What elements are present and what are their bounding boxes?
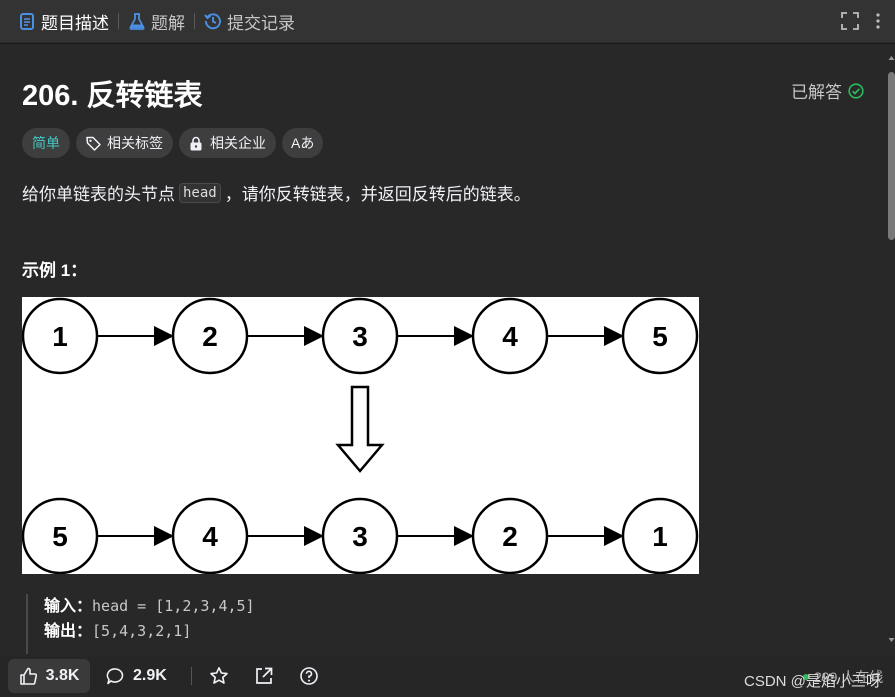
example-title: 示例 1： xyxy=(22,261,88,280)
check-circle-icon xyxy=(848,82,864,99)
more-icon[interactable] xyxy=(869,12,887,30)
bottom-node-label-4: 2 xyxy=(502,521,518,552)
star-icon[interactable] xyxy=(209,666,229,686)
document-icon xyxy=(18,12,36,30)
like-button[interactable]: 3.8K xyxy=(8,659,90,693)
description-text-after: ，请你反转链表，并返回反转后的链表。 xyxy=(224,185,531,204)
top-node-label-5: 5 xyxy=(652,321,668,352)
tab-separator xyxy=(118,13,119,29)
scroll-down-icon[interactable] xyxy=(888,632,895,642)
comment-count: 2.9K xyxy=(133,667,167,684)
solved-status: 已解答 xyxy=(791,78,864,103)
example-input: 输入：head = [1,2,3,4,5] xyxy=(44,594,255,619)
topics-tag-button[interactable]: 相关标签 xyxy=(76,128,173,158)
scroll-up-icon[interactable] xyxy=(888,50,895,60)
example-io: 输入：head = [1,2,3,4,5] 输出：[5,4,3,2,1] xyxy=(26,594,255,654)
footer-separator xyxy=(191,667,192,685)
bottom-node-label-5: 1 xyxy=(652,521,668,552)
top-node-label-1: 1 xyxy=(52,321,68,352)
difficulty-badge[interactable]: 简单 xyxy=(22,128,70,158)
tab-submissions[interactable]: 提交记录 xyxy=(204,0,295,43)
lock-icon xyxy=(189,136,204,151)
flask-icon xyxy=(128,12,146,30)
problem-description: 给你单链表的头节点 head ，请你反转链表，并返回反转后的链表。 xyxy=(22,180,531,205)
history-icon xyxy=(204,12,222,30)
scrollbar-thumb[interactable] xyxy=(888,72,895,240)
translate-label: Aあ xyxy=(291,135,315,151)
output-label: 输出： xyxy=(44,623,93,640)
tag-icon xyxy=(86,136,101,151)
tab-bar: 题目描述 题解 提交记录 xyxy=(0,0,895,43)
inline-code-head: head xyxy=(179,182,221,203)
linked-list-diagram: 1 2 3 4 5 5 4 3 2 1 xyxy=(21,297,699,575)
input-value: head = [1,2,3,4,5] xyxy=(92,597,255,615)
output-value: [5,4,3,2,1] xyxy=(92,622,192,640)
help-icon[interactable] xyxy=(299,666,319,686)
bottom-node-label-3: 3 xyxy=(352,521,368,552)
top-node-label-4: 4 xyxy=(502,321,518,352)
companies-tag-label: 相关企业 xyxy=(210,135,266,151)
problem-panel: 206. 反转链表 已解答 简单 相关标签 相关企业 Aあ 给你单链表的头节点 … xyxy=(0,44,888,655)
solved-label: 已解答 xyxy=(791,83,842,102)
input-label: 输入： xyxy=(44,598,93,615)
comment-icon xyxy=(106,667,125,686)
bottom-node-label-2: 4 xyxy=(202,521,218,552)
like-count: 3.8K xyxy=(45,667,80,684)
comment-button[interactable]: 2.9K xyxy=(106,659,167,693)
watermark: CSDN @是焰小三呀 xyxy=(744,673,881,690)
description-text-before: 给你单链表的头节点 xyxy=(22,185,175,204)
translate-button[interactable]: Aあ xyxy=(282,128,324,158)
fullscreen-icon[interactable] xyxy=(841,12,859,30)
linked-list-svg: 1 2 3 4 5 5 4 3 2 1 xyxy=(21,297,699,575)
tab-separator xyxy=(194,13,195,29)
topics-tag-label: 相关标签 xyxy=(107,135,163,151)
tab-solutions[interactable]: 题解 xyxy=(128,0,185,43)
bottom-node-label-1: 5 xyxy=(52,521,68,552)
tab-description[interactable]: 题目描述 xyxy=(18,0,109,43)
down-arrow-icon xyxy=(335,385,385,473)
share-icon[interactable] xyxy=(254,666,274,686)
problem-title: 206. 反转链表 xyxy=(22,80,203,112)
tab-solutions-label: 题解 xyxy=(151,13,185,33)
companies-tag-button[interactable]: 相关企业 xyxy=(179,128,276,158)
top-node-label-2: 2 xyxy=(202,321,218,352)
tab-description-label: 题目描述 xyxy=(41,13,109,33)
tab-submissions-label: 提交记录 xyxy=(227,13,295,33)
tag-row: 简单 相关标签 相关企业 Aあ xyxy=(22,128,324,158)
thumbs-up-icon xyxy=(19,667,38,686)
example-output: 输出：[5,4,3,2,1] xyxy=(44,619,255,644)
top-node-label-3: 3 xyxy=(352,321,368,352)
